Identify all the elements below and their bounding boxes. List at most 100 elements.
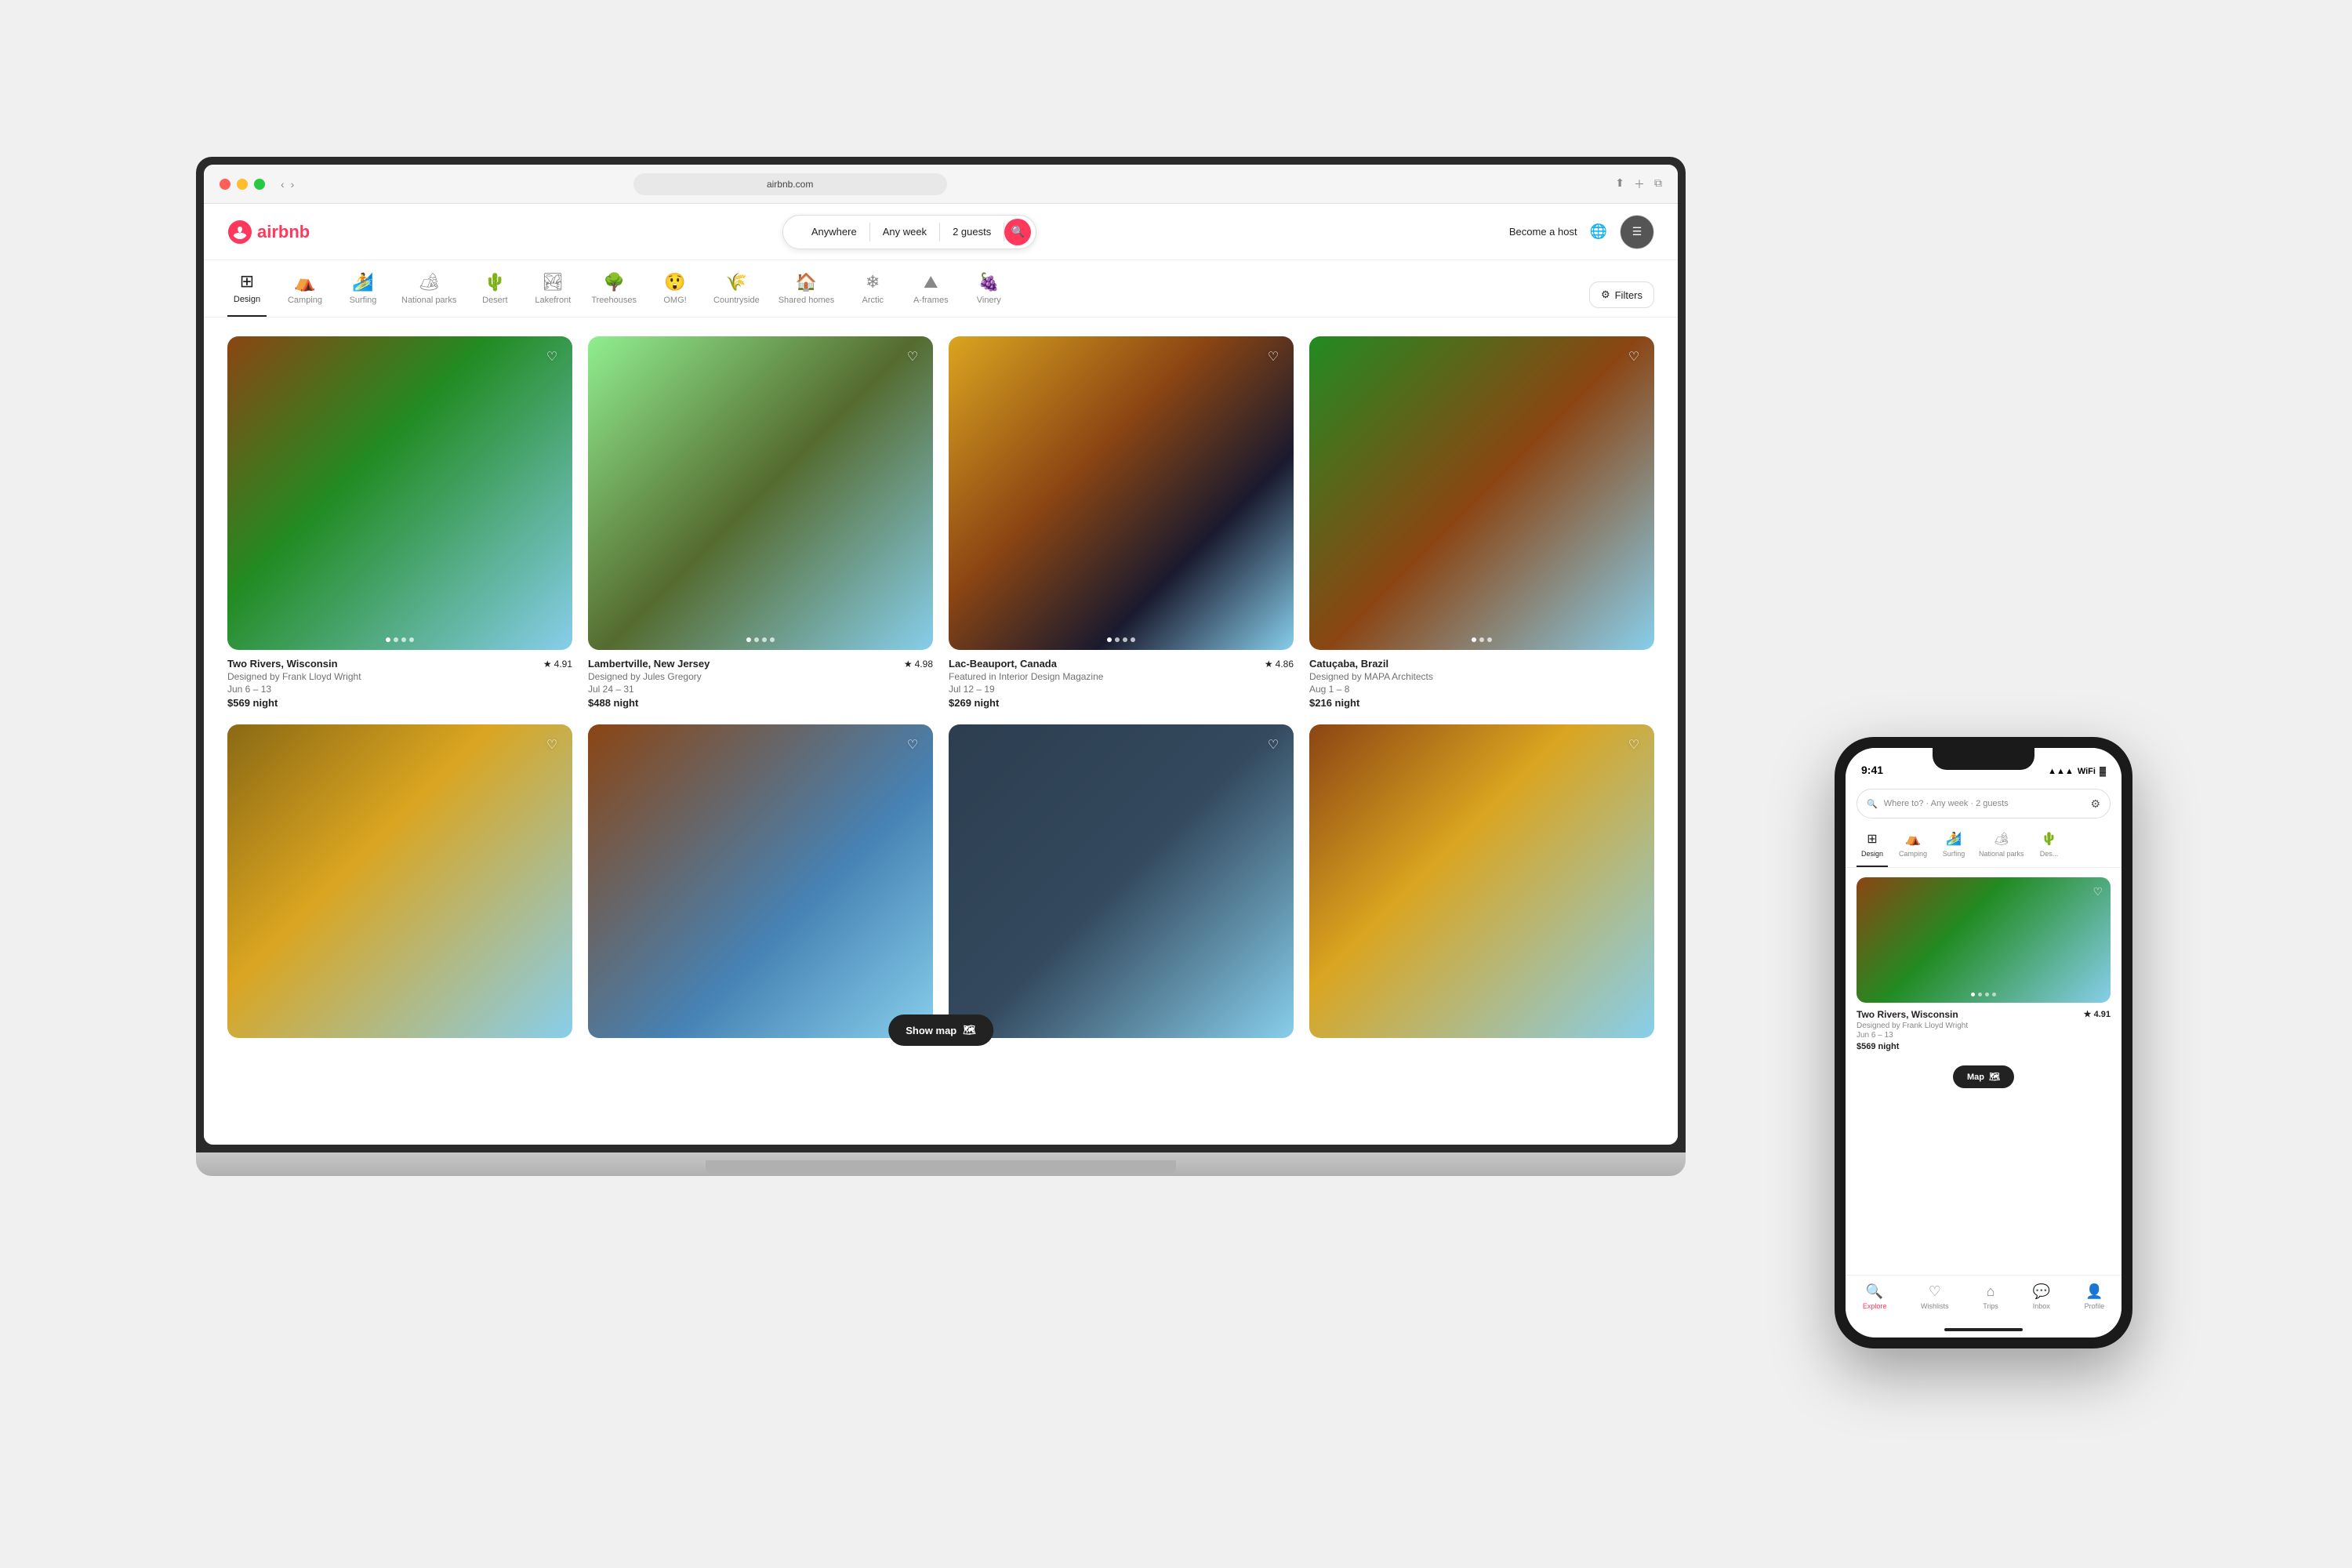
location-row-1: Two Rivers, Wisconsin ★ 4.91 — [227, 658, 572, 670]
category-arctic[interactable]: ❄ Arctic — [853, 274, 892, 316]
listing-card-3[interactable]: ♡ Lac — [949, 336, 1294, 709]
dot — [746, 637, 751, 642]
category-camping[interactable]: ⛺ Camping — [285, 274, 325, 316]
airbnb-logo[interactable]: airbnb — [227, 220, 310, 245]
wishlist-heart-1[interactable]: ♡ — [541, 346, 563, 368]
search-guests[interactable]: 2 guests — [940, 223, 1004, 241]
phone-nav-trips[interactable]: ⌂ Trips — [1983, 1283, 1998, 1310]
search-bar[interactable]: Anywhere Any week 2 guests 🔍 — [782, 215, 1036, 249]
listing-image-4: ♡ — [1309, 336, 1654, 650]
phone-wishlist-heart[interactable]: ♡ — [2092, 885, 2103, 898]
phone-dot — [1978, 993, 1982, 996]
phone-national-icon: 🏕 — [1994, 831, 2009, 847]
phone-cat-design[interactable]: ⊞ Design — [1857, 831, 1888, 867]
national-parks-icon: 🏕 — [418, 274, 440, 291]
image-dots-3 — [1107, 637, 1135, 642]
phone-notch — [1933, 748, 2034, 770]
wishlist-heart-4[interactable]: ♡ — [1623, 346, 1645, 368]
user-menu[interactable]: ☰ — [1620, 215, 1654, 249]
wishlist-heart-5[interactable]: ♡ — [541, 734, 563, 756]
phone-location-row: Two Rivers, Wisconsin ★ 4.91 — [1857, 1009, 2111, 1020]
phone-time: 9:41 — [1861, 764, 1883, 776]
image-dots-4 — [1472, 637, 1492, 642]
category-surfing[interactable]: 🏄 Surfing — [343, 274, 383, 316]
category-design[interactable]: ⊞ Design — [227, 273, 267, 317]
phone-nav-inbox[interactable]: 💬 Inbox — [2033, 1283, 2050, 1310]
phone-surfing-icon: 🏄 — [1946, 831, 1962, 847]
filters-button[interactable]: ⚙ Filters — [1589, 281, 1654, 308]
phone-nav-wishlists[interactable]: ♡ Wishlists — [1921, 1283, 1949, 1310]
listing-image-5: ♡ — [227, 724, 572, 1038]
listing-location-1: Two Rivers, Wisconsin — [227, 658, 338, 670]
phone-nav-explore[interactable]: 🔍 Explore — [1863, 1283, 1887, 1310]
phone-cat-national-parks[interactable]: 🏕 National parks — [1979, 831, 2024, 867]
wishlist-heart-3[interactable]: ♡ — [1262, 346, 1284, 368]
wishlist-heart-8[interactable]: ♡ — [1623, 734, 1645, 756]
nav-back[interactable]: ‹ — [281, 178, 285, 191]
show-map-button[interactable]: Show map 🗺 — [888, 1014, 993, 1046]
category-treehouses[interactable]: 🌳 Treehouses — [591, 274, 637, 316]
category-omg[interactable]: 😲 OMG! — [655, 274, 695, 316]
phone-filters-icon[interactable]: ⚙ — [2090, 797, 2100, 811]
globe-icon[interactable]: 🌐 — [1590, 223, 1607, 240]
tabs-icon[interactable]: ⧉ — [1654, 176, 1662, 192]
traffic-light-maximize[interactable] — [254, 179, 265, 190]
dot — [386, 637, 390, 642]
category-aframes-label: A-frames — [913, 296, 949, 305]
phone-map-button[interactable]: Map 🗺 — [1953, 1065, 2014, 1088]
category-countryside[interactable]: 🌾 Countryside — [713, 274, 760, 316]
category-lakefront[interactable]: 🏞 Lakefront — [533, 274, 572, 316]
wishlist-heart-7[interactable]: ♡ — [1262, 734, 1284, 756]
search-anywhere[interactable]: Anywhere — [799, 223, 870, 241]
profile-icon: 👤 — [2085, 1283, 2103, 1300]
phone-cat-desert[interactable]: 🌵 Des... — [2034, 831, 2065, 867]
url-bar[interactable]: airbnb.com — [633, 173, 947, 195]
hamburger-icon: ☰ — [1632, 225, 1642, 238]
search-button[interactable]: 🔍 — [1004, 219, 1031, 245]
phone-cat-camping[interactable]: ⛺ Camping — [1897, 831, 1929, 867]
listing-location-3: Lac-Beauport, Canada — [949, 658, 1057, 670]
category-desert[interactable]: 🌵 Desert — [475, 274, 514, 316]
wishlist-heart-2[interactable]: ♡ — [902, 346, 924, 368]
category-national-parks[interactable]: 🏕 National parks — [401, 274, 456, 316]
listing-location-4: Catuçaba, Brazil — [1309, 658, 1388, 670]
filters-label: Filters — [1615, 289, 1642, 301]
nav-forward[interactable]: › — [291, 178, 295, 191]
listings-grid: ♡ Two — [204, 318, 1678, 1065]
aframes-icon: ⛰ — [924, 274, 938, 291]
lakefront-icon: 🏞 — [542, 274, 564, 291]
listing-desc-3: Featured in Interior Design Magazine — [949, 671, 1294, 682]
traffic-light-close[interactable] — [220, 179, 230, 190]
dot — [401, 637, 406, 642]
category-shared-homes[interactable]: 🏠 Shared homes — [779, 274, 835, 316]
listing-card-7[interactable]: ♡ — [949, 724, 1294, 1046]
search-any-week[interactable]: Any week — [870, 223, 940, 241]
dot — [1479, 637, 1484, 642]
listing-card-4[interactable]: ♡ Catuçaba, Brazil — [1309, 336, 1654, 709]
wishlist-heart-6[interactable]: ♡ — [902, 734, 924, 756]
phone-nav-profile[interactable]: 👤 Profile — [2085, 1283, 2105, 1310]
listing-info-1: Two Rivers, Wisconsin ★ 4.91 Designed by… — [227, 658, 572, 709]
listing-card-6[interactable]: ♡ — [588, 724, 933, 1046]
listing-card-2[interactable]: ♡ Lam — [588, 336, 933, 709]
listing-card-8[interactable]: ♡ — [1309, 724, 1654, 1046]
phone-map-icon: 🗺 — [1989, 1072, 2000, 1082]
share-icon[interactable]: ⬆ — [1615, 176, 1624, 192]
become-host-link[interactable]: Become a host — [1509, 226, 1577, 238]
listing-card-1[interactable]: ♡ Two — [227, 336, 572, 709]
listing-card-5[interactable]: ♡ — [227, 724, 572, 1046]
phone-surfing-label: Surfing — [1943, 850, 1965, 858]
category-aframes[interactable]: ⛰ A-frames — [911, 274, 950, 316]
laptop-base — [706, 1160, 1176, 1176]
phone-nav-explore-label: Explore — [1863, 1302, 1887, 1310]
new-tab-icon[interactable]: ＋ — [1634, 176, 1645, 192]
phone-search-bar[interactable]: 🔍 Where to? · Any week · 2 guests ⚙ — [1857, 789, 2111, 818]
listing-dates-4: Aug 1 – 8 — [1309, 684, 1654, 695]
category-vinery[interactable]: 🍇 Vinery — [969, 274, 1008, 316]
wishlists-icon: ♡ — [1929, 1283, 1941, 1300]
phone-camping-label: Camping — [1899, 850, 1927, 858]
phone-cat-surfing[interactable]: 🏄 Surfing — [1938, 831, 1969, 867]
image-dots-2 — [746, 637, 775, 642]
traffic-light-minimize[interactable] — [237, 179, 248, 190]
listing-desc-2: Designed by Jules Gregory — [588, 671, 933, 682]
